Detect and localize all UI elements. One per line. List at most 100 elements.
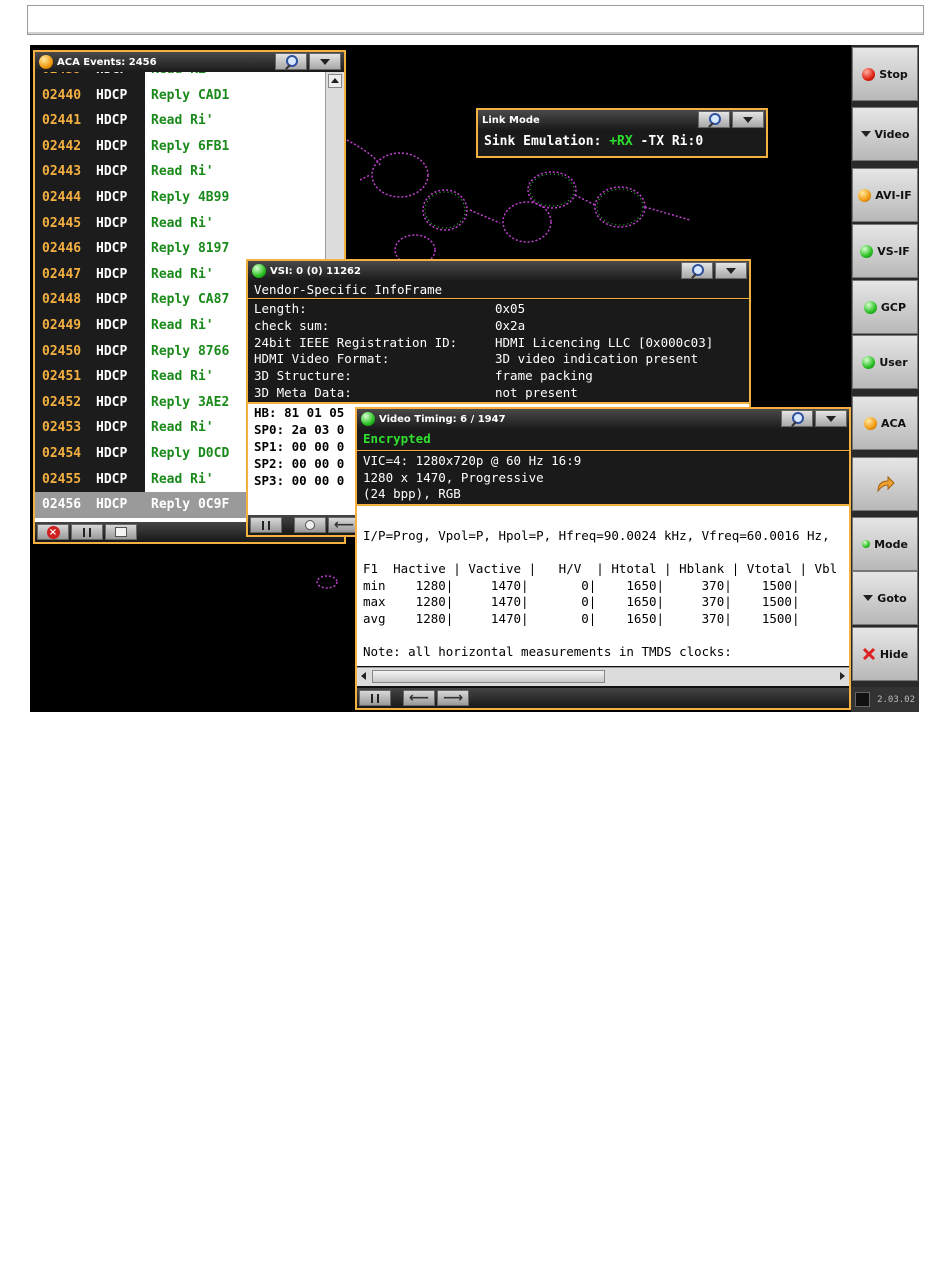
- magnifier-icon: [707, 112, 721, 127]
- arrow-left-icon: ⟵: [408, 690, 430, 706]
- vsi-pause-button[interactable]: [250, 517, 282, 533]
- timing-measurements: I/P=Prog, Vpol=P, Hpol=P, Hfreq=90.0024 …: [357, 506, 849, 666]
- video-format-info: VIC=4: 1280x720p @ 60 Hz 16:9 1280 x 147…: [357, 452, 849, 506]
- pause-icon: [262, 520, 270, 530]
- link-zoom-button[interactable]: [698, 111, 730, 128]
- orange-led-icon: [863, 416, 877, 430]
- scroll-right-icon[interactable]: [836, 670, 848, 683]
- video-timing-window: Video Timing: 6 / 1947 Encrypted VIC=4: …: [355, 407, 851, 710]
- gcp-button[interactable]: GCP: [852, 280, 918, 334]
- top-address-bar[interactable]: [27, 5, 924, 35]
- red-led-icon: [862, 67, 876, 81]
- mode-button[interactable]: Mode: [852, 517, 918, 571]
- aca-log-button[interactable]: [105, 524, 137, 540]
- arrow-left-icon: ⟵: [333, 517, 355, 533]
- green-led-icon: [863, 300, 877, 314]
- vsi-menu-button[interactable]: [715, 262, 747, 279]
- stop-button[interactable]: Stop: [852, 47, 918, 101]
- pause-icon: [371, 693, 379, 703]
- avi-if-button[interactable]: AVI-IF: [852, 168, 918, 222]
- vsi-title-bar: VSI: 0 (0) 11262: [248, 261, 749, 281]
- green-led-icon: [252, 264, 266, 278]
- list-item[interactable]: 02439HDCPRead Ri': [35, 72, 325, 83]
- aca-button[interactable]: ACA: [852, 396, 918, 450]
- magnifier-icon: [284, 54, 298, 69]
- small-green-led-icon: [862, 540, 871, 548]
- list-item[interactable]: 02445 HDCP Read Ri': [35, 210, 325, 237]
- goto-button[interactable]: Goto: [852, 571, 918, 625]
- link-mode-title-bar: Link Mode: [478, 110, 766, 130]
- list-item[interactable]: 02446 HDCP Reply 8197: [35, 236, 325, 262]
- aca-title: ACA Events: 2456: [57, 56, 157, 68]
- sink-emulation-status: Sink Emulation: +RX -TX Ri:0: [478, 130, 766, 156]
- table-row: max 1280| 1470| 0| 1650| 370| 1500|: [363, 594, 800, 609]
- hex-line: SP2: 00 00 0: [254, 456, 345, 471]
- info-line: VIC=4: 1280x720p @ 60 Hz 16:9: [363, 453, 582, 468]
- video-timing-title: Video Timing: 6 / 1947: [379, 413, 506, 425]
- link-menu-button[interactable]: [732, 111, 764, 128]
- vs-if-button[interactable]: VS-IF: [852, 224, 918, 278]
- video-timing-title-bar: Video Timing: 6 / 1947: [357, 409, 849, 429]
- vsi-fields: Length: 0x05 check sum: 0x2a 24bit IEEE Re…: [248, 300, 749, 404]
- dropdown-triangle-icon: [320, 58, 330, 65]
- list-item[interactable]: 02441 HDCP Read Ri': [35, 108, 325, 134]
- hex-line: HB: 81 01 05: [254, 405, 345, 420]
- forward-button[interactable]: [852, 457, 918, 511]
- list-item[interactable]: 02444 HDCP Reply 4B99: [35, 185, 325, 211]
- vt-horizontal-scrollbar[interactable]: [357, 667, 849, 686]
- link-mode-window: Link Mode Sink Emulation: +RX -TX Ri:0: [476, 108, 768, 158]
- aca-pause-button[interactable]: [71, 524, 103, 540]
- encryption-status: Encrypted: [357, 429, 849, 451]
- app-icon: [855, 692, 870, 707]
- vt-prev-button[interactable]: ⟵: [403, 690, 435, 706]
- vsi-record-button[interactable]: [294, 517, 326, 533]
- table-row: avg 1280| 1470| 0| 1650| 370| 1500|: [363, 610, 800, 626]
- link-mode-title: Link Mode: [482, 114, 540, 126]
- hex-line: SP0: 2a 03 0: [254, 422, 345, 437]
- hide-button[interactable]: Hide: [852, 627, 918, 681]
- analyzer-screen: ACA Events: 2456 02439HDCPRead Ri' 02440…: [30, 45, 919, 712]
- aca-menu-button[interactable]: [309, 53, 341, 70]
- video-button[interactable]: Video: [852, 107, 918, 161]
- close-icon: ×: [46, 525, 60, 539]
- orange-led-icon: [39, 55, 53, 69]
- aca-zoom-button[interactable]: [275, 53, 307, 70]
- magnifier-icon: [690, 263, 704, 278]
- aca-clear-button[interactable]: ×: [37, 524, 69, 540]
- hex-line: SP1: 00 00 0: [254, 439, 345, 454]
- green-led-icon: [860, 244, 874, 258]
- scroll-up-icon[interactable]: [328, 74, 342, 88]
- dropdown-triangle-icon: [726, 267, 736, 274]
- vsi-field: HDMI Video Format: 3D video indication pr…: [254, 351, 699, 367]
- table-row: min 1280| 1470| 0| 1650| 370| 1500|: [363, 577, 800, 593]
- list-item[interactable]: 02440 HDCP Reply CAD1: [35, 82, 325, 109]
- user-button[interactable]: User: [852, 335, 918, 389]
- dropdown-triangle-icon: [826, 415, 836, 422]
- record-icon: [305, 520, 315, 530]
- scroll-left-icon[interactable]: [358, 670, 370, 683]
- dropdown-triangle-icon: [860, 131, 871, 137]
- vsi-zoom-button[interactable]: [681, 262, 713, 279]
- green-led-icon: [361, 412, 375, 426]
- vsi-heading: Vendor-Specific InfoFrame: [248, 281, 749, 299]
- hex-line: SP3: 00 00 0: [254, 473, 345, 488]
- body-line: I/P=Prog, Vpol=P, Hpol=P, Hfreq=90.0024 …: [363, 528, 830, 543]
- info-line: (24 bpp), RGB: [363, 486, 461, 501]
- vt-zoom-button[interactable]: [781, 410, 813, 427]
- vt-pause-button[interactable]: [359, 690, 391, 706]
- control-sidebar: Stop Video AVI-IF VS-IF GCP User ACA Mod…: [851, 45, 919, 712]
- scroll-thumb[interactable]: [372, 670, 605, 683]
- list-item[interactable]: 02443 HDCP Read Ri': [35, 159, 325, 185]
- version-label: 2.03.02: [851, 687, 919, 712]
- table-header: F1 Hactive | Vactive | H/V | Htotal | Hb…: [363, 561, 838, 576]
- list-item[interactable]: 02442 HDCP Reply 6FB1: [35, 133, 325, 160]
- curved-arrow-icon: [877, 475, 895, 493]
- vsi-title: VSI: 0 (0) 11262: [270, 265, 361, 277]
- magnifier-icon: [790, 411, 804, 426]
- dropdown-triangle-icon: [743, 116, 753, 123]
- vt-next-button[interactable]: ⟶: [437, 690, 469, 706]
- dropdown-triangle-icon: [863, 595, 874, 601]
- vsi-field: 3D Structure: frame packing: [254, 368, 593, 384]
- vsi-field: check sum: 0x2a: [254, 317, 526, 333]
- vt-menu-button[interactable]: [815, 410, 847, 427]
